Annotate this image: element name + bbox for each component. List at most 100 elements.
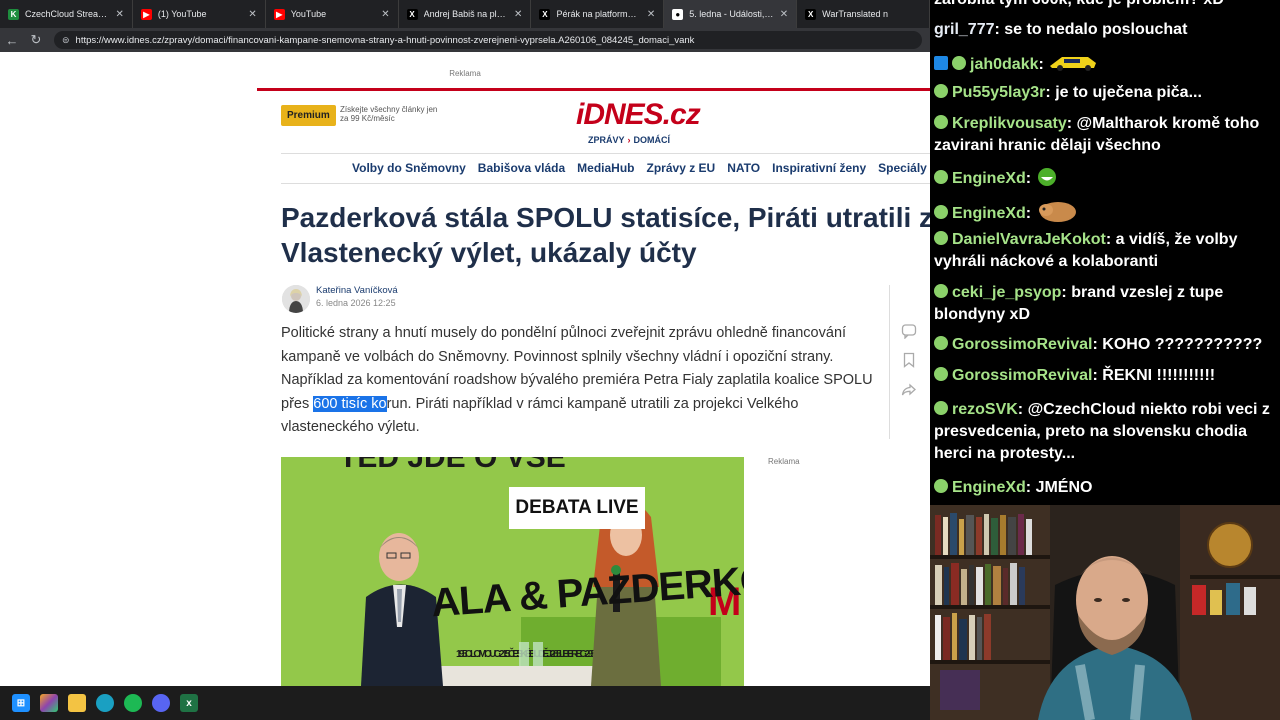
article-photo[interactable]: TEĎ JDE O VŠE M 19. 5. OLOMOUC · 21. 5. …: [281, 457, 744, 686]
site-info-icon[interactable]: ⊜: [62, 35, 70, 46]
nav-item-babisova-vlada[interactable]: Babišova vláda: [478, 161, 565, 175]
nav-item-inspirativni-zeny[interactable]: Inspirativní ženy: [772, 161, 866, 175]
chat-message: rezoSVK: @CzechCloud niekto robi veci z …: [934, 401, 1270, 462]
sub-badge-icon: [934, 367, 948, 381]
x-icon: X: [406, 8, 418, 20]
close-icon[interactable]: ✕: [115, 9, 123, 20]
file-explorer-icon[interactable]: [68, 694, 86, 712]
tab-4[interactable]: X Pérák na platformě X: „Kvíz! ✕: [531, 0, 665, 28]
share-icon[interactable]: [901, 382, 919, 400]
premium-promo-text: Získejte všechny články jen za 99 Kč/měs…: [340, 105, 438, 123]
tab-title: CzechCloud Stream - Watch l: [25, 9, 109, 19]
chat-username[interactable]: GorossimoRevival: [952, 367, 1093, 384]
close-icon[interactable]: ✕: [514, 9, 522, 20]
close-icon[interactable]: ✕: [780, 9, 788, 20]
photo-banner: DEBATA LIVE: [509, 487, 645, 529]
nav-item-zpravy-z-eu[interactable]: Zprávy z EU: [647, 161, 716, 175]
chat-message: gril_777: se to nedalo poslouchat: [934, 21, 1188, 38]
ct24-icon: ●: [672, 8, 684, 20]
chat-username[interactable]: EngineXd: [952, 205, 1026, 222]
back-icon[interactable]: ←: [0, 33, 24, 48]
chat-message: DanielVavraJeKokot: a vidíš, že volby vy…: [934, 231, 1238, 270]
copilot-icon[interactable]: [40, 694, 58, 712]
premium-button[interactable]: Premium: [281, 105, 336, 126]
tab-2[interactable]: ▶ YouTube ✕: [266, 0, 399, 28]
breadcrumb-subsection[interactable]: DOMÁCÍ: [634, 135, 671, 145]
windows-start-icon[interactable]: ⊞: [12, 694, 30, 712]
stream-chat: zarobila tým 600k, kde je problém? xD gr…: [930, 0, 1280, 505]
nav-item-mediahub[interactable]: MediaHub: [577, 161, 634, 175]
divider: [281, 153, 930, 154]
chat-username[interactable]: gril_777: [934, 21, 994, 38]
url-input[interactable]: ⊜ https://www.idnes.cz/zpravy/domaci/fin…: [54, 31, 922, 49]
chat-message: EngineXd: JMÉNO: [934, 477, 1276, 499]
author-name[interactable]: Kateřina Vaníčková: [316, 285, 398, 296]
header-divider: [257, 88, 930, 91]
comment-icon[interactable]: [901, 323, 919, 341]
chat-text: JMÉNO: [1035, 479, 1093, 496]
chat-message: jah0dakk:: [934, 51, 1276, 76]
excel-icon[interactable]: x: [180, 694, 198, 712]
chat-username[interactable]: rezoSVK: [952, 401, 1018, 418]
bookmark-icon[interactable]: [901, 352, 919, 370]
chat-username[interactable]: Pu55y5lay3r: [952, 84, 1045, 101]
chat-username[interactable]: GorossimoRevival: [952, 336, 1093, 353]
tab-6[interactable]: X WarTranslated n: [797, 0, 930, 28]
chat-username[interactable]: DanielVavraJeKokot: [952, 231, 1106, 248]
tab-5[interactable]: ● 5. ledna - Události, komentá ✕: [664, 0, 798, 28]
webcam-feed: [930, 505, 1280, 720]
tab-0[interactable]: K CzechCloud Stream - Watch l ✕: [0, 0, 133, 28]
webcam-illustration: [930, 505, 1280, 720]
tab-1[interactable]: ▶ (1) YouTube ✕: [133, 0, 266, 28]
youtube-icon: ▶: [273, 8, 285, 20]
publish-date: 6. ledna 2026 12:25: [316, 298, 396, 308]
x-icon: X: [805, 8, 817, 20]
race-car-emote-icon: [1050, 57, 1097, 71]
nav-item-nato[interactable]: NATO: [727, 161, 760, 175]
divider: [281, 183, 930, 184]
x-icon: X: [539, 8, 551, 20]
discord-icon[interactable]: [152, 694, 170, 712]
tab-title: Andrej Babiš na platformě X:: [423, 9, 508, 19]
sub-badge-icon: [934, 479, 948, 493]
sub-badge-icon: [934, 336, 948, 350]
chat-message: zarobila tým 600k, kde je problém? xD: [934, 0, 1276, 11]
favicon-icon: K: [8, 8, 19, 20]
address-bar: ← ↻ ⊜ https://www.idnes.cz/zpravy/domaci…: [0, 28, 930, 52]
reload-icon[interactable]: ↻: [24, 32, 48, 48]
chat-username[interactable]: EngineXd: [952, 170, 1026, 187]
chat-username[interactable]: EngineXd: [952, 479, 1026, 496]
author-avatar[interactable]: [282, 285, 310, 313]
taskbar: ⊞ x: [0, 686, 930, 720]
sub-badge-icon: [934, 284, 948, 298]
close-icon[interactable]: ✕: [647, 9, 655, 20]
chat-username[interactable]: jah0dakk: [970, 56, 1038, 73]
chat-message: GorossimoRevival: ŘEKNI !!!!!!!!!!!: [934, 365, 1276, 387]
youtube-icon: ▶: [140, 8, 152, 20]
chat-text: zarobila tým 600k, kde je problém? xD: [934, 0, 1224, 8]
close-icon[interactable]: ✕: [381, 9, 389, 20]
side-divider: [889, 285, 890, 439]
chat-message: EngineXd:: [934, 167, 1276, 190]
article-perex: Politické strany a hnutí musely do pondě…: [281, 322, 876, 440]
nav-item-volby[interactable]: Volby do Sněmovny: [352, 161, 466, 175]
tab-3[interactable]: X Andrej Babiš na platformě X: ✕: [399, 0, 532, 28]
breadcrumb-section[interactable]: ZPRÁVY: [588, 135, 625, 145]
spotify-icon[interactable]: [124, 694, 142, 712]
chat-message: Pu55y5lay3r: je to uječena piča...: [934, 82, 1276, 104]
chat-username[interactable]: Kreplikvousaty: [952, 115, 1067, 132]
photo-banner-top: TEĎ JDE O VŠE: [339, 457, 566, 474]
edge-icon[interactable]: [96, 694, 114, 712]
idnes-logo[interactable]: iDNES.cz: [576, 98, 701, 132]
close-icon[interactable]: ✕: [248, 9, 256, 20]
chat-username[interactable]: ceki_je_psyop: [952, 284, 1061, 301]
chat-text: se to nedalo poslouchat: [1004, 21, 1188, 38]
chat-text: KOHO ???????????: [1102, 336, 1263, 353]
ad-label: Reklama: [449, 69, 481, 78]
topic-nav: Volby do Sněmovny Babišova vláda MediaHu…: [352, 161, 927, 175]
chat-message: EngineXd:: [934, 198, 1276, 225]
nav-item-specialy[interactable]: Speciály: [878, 161, 927, 175]
chat-message: ceki_je_psyop: brand vzeslej z tupe blon…: [934, 284, 1224, 323]
dog-emote-icon: [1038, 202, 1076, 222]
smile-emote-icon: [1037, 168, 1056, 186]
